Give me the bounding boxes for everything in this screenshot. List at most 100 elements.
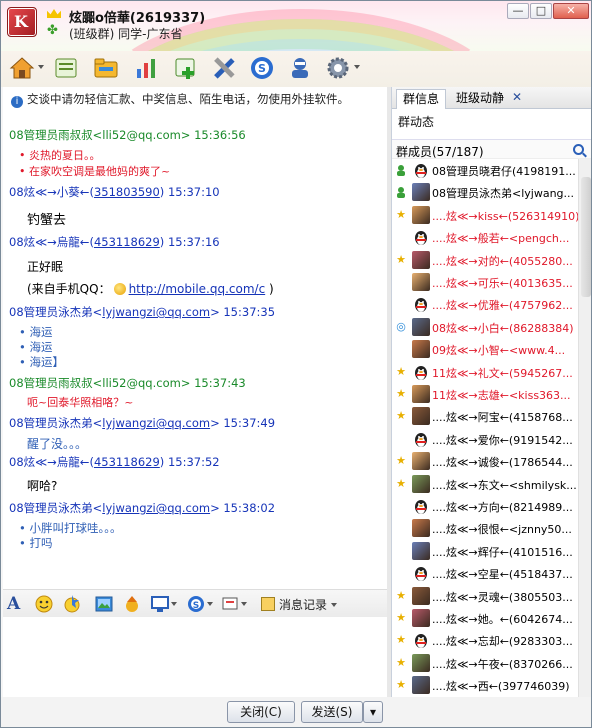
group-dynamic-label[interactable]: 群动态 [398,113,434,130]
format-toolbar: A S 消息记录 [3,589,387,617]
member-avatar [412,183,430,202]
star-icon: ★ [396,207,406,221]
send-options-button[interactable]: ▾ [363,701,383,723]
blank-role-slot [395,231,407,243]
safety-notice: i 交谈中请勿轻信汇款、中奖信息、陌生电话，勿使用外挂软件。 [11,91,349,108]
sender-link[interactable]: 453118629 [94,235,160,249]
member-avatar [412,452,430,471]
star-icon: ★ [396,611,406,624]
member-row[interactable]: ....炫≪→优雅←(4757962... [392,293,578,315]
member-row[interactable]: 08管理员晓君仔(4198191... [392,159,578,181]
send-file-icon[interactable] [123,595,141,613]
tools-icon[interactable] [211,55,237,81]
member-row[interactable]: ★ 11炫≪→志雄←<kiss363... [392,383,578,405]
member-name: ....炫≪→对的←(4055280... [432,254,573,268]
folder-icon[interactable] [93,55,119,81]
member-row[interactable]: ★ ....炫≪→对的←(4055280... [392,249,578,271]
group-avatar[interactable]: K [7,7,37,37]
member-avatar [412,273,430,291]
message-line: • 小胖叫打球哇。。。 [19,521,122,535]
add-app-icon[interactable] [173,55,199,81]
send-button[interactable]: 发送(S) [301,701,363,723]
dropdown-arrow-icon[interactable] [207,602,213,606]
member-row[interactable]: 09炫≪→小智←<www.4... [392,338,578,360]
member-list[interactable]: 08管理员晓君仔(4198191... 08管理员泳杰弟<lyjwang... ★.… [392,159,578,697]
member-row[interactable]: ★ ....炫≪→午夜←(8370266... [392,652,578,674]
sender-link[interactable]: lyjwangzi@qq.com [102,501,210,515]
star-icon: ★ [396,387,406,400]
chat-history-panel[interactable]: i 交谈中请勿轻信汇款、中奖信息、陌生电话，勿使用外挂软件。 08管理员雨叔叔<l… [3,87,387,614]
blank-role-slot [395,343,407,355]
screenshot-icon[interactable] [95,595,113,613]
member-avatar [412,161,430,179]
member-row[interactable]: ....炫≪→般若←<pengch... [392,226,578,248]
qq-sync-icon[interactable]: S [249,55,275,81]
member-row[interactable]: ....炫≪→爱你←(9191542... [392,428,578,450]
font-icon[interactable]: A [7,595,25,613]
screen-capture-icon[interactable] [151,595,177,613]
message-line: • 海运】 [19,355,64,369]
group-name: 炫嚻o倍華(2619337) [69,11,206,26]
member-row[interactable]: ....炫≪→可乐←(4013635... [392,271,578,293]
sender-link[interactable]: 351803590 [94,185,160,199]
settings-icon[interactable] [325,55,360,81]
member-name: ....炫≪→爱你←(9191542... [432,433,573,447]
member-row[interactable]: ....炫≪→方向←(8214989... [392,495,578,517]
title-bar[interactable]: K ✤ 炫嚻o倍華(2619337) (班级群) 同学-广东省 — □ ✕ [1,1,591,51]
sender-link[interactable]: lyjwangzi@qq.com [102,305,210,319]
member-name: ....炫≪→阿宝←(4158768... [432,411,573,425]
message-history-button[interactable]: 消息记录 [261,596,338,613]
member-row[interactable]: ....炫≪→辉仔←(4101516... [392,540,578,562]
message-line: 醒了没。。。 [27,437,88,451]
sender-link[interactable]: lyjwangzi@qq.com [102,416,210,430]
maximize-button[interactable]: □ [530,3,552,19]
notice-board-icon[interactable] [53,55,79,81]
magic-emoji-icon[interactable] [63,595,81,613]
chart-icon[interactable] [133,55,159,81]
svg-text:S: S [258,62,266,75]
member-row[interactable]: 08管理员泳杰弟<lyjwang... [392,181,578,203]
home-icon[interactable] [9,55,44,81]
mobile-link[interactable]: http://mobile.qq.com/c [129,282,266,296]
member-row[interactable]: ★ ....炫≪→阿宝←(4158768... [392,405,578,427]
member-row[interactable]: ★ ....炫≪→西←(397746039) [392,674,578,696]
member-row[interactable]: ★ ....炫≪→诚俊←(1786544... [392,450,578,472]
emoji-icon[interactable] [35,595,53,613]
member-row[interactable]: ....炫≪→很恨←<jznny50... [392,517,578,539]
member-row[interactable]: ★ ....炫≪→她。←(6042674... [392,607,578,629]
member-row[interactable]: ◎ 08炫≪→小白←(86288384) [392,316,578,338]
member-name: ....炫≪→空星←(4518437... [432,568,573,582]
member-row[interactable]: ★ ....炫≪→忘却←(9283303... [392,629,578,651]
tab-group-info[interactable]: 群信息 [396,89,447,109]
scrollbar-thumb[interactable] [581,177,591,297]
close-tab-icon[interactable]: ✕ [512,90,522,104]
star-icon: ★ [396,454,406,468]
member-row[interactable]: ★ ....炫≪→东文←<shmilysk... [392,473,578,495]
member-row[interactable]: ★ ....炫≪→kiss←(526314910) [392,204,578,226]
members-count: 群成员(57/187) [396,145,484,159]
tab-class-news[interactable]: 班级动静 [450,89,510,109]
close-chat-button[interactable]: 关闭(C) [227,701,295,723]
dropdown-arrow-icon[interactable] [171,602,177,606]
close-window-button[interactable]: ✕ [553,3,589,19]
user-card-icon[interactable] [287,55,313,81]
qq-show-icon[interactable]: S [187,595,213,613]
crown-icon [47,9,61,18]
member-avatar [412,631,430,650]
member-row[interactable]: ★ ....炫≪→灵魂←(3805503... [392,585,578,607]
qq-group-chat-window: K ✤ 炫嚻o倍華(2619337) (班级群) 同学-广东省 — □ ✕ S [0,0,592,728]
sender-link[interactable]: 453118629 [94,455,160,469]
search-icon[interactable] [573,144,584,155]
member-list-scrollbar[interactable] [578,159,591,697]
member-avatar [412,609,430,627]
member-row[interactable]: ....炫≪→空星←(4518437... [392,562,578,584]
member-name: ....炫≪→很恨←<jznny50... [432,523,572,537]
tab-bar: 群信息 班级动静 ✕ [392,87,591,109]
dropdown-arrow-icon[interactable] [331,603,338,607]
dropdown-arrow-icon[interactable] [241,602,247,606]
member-row[interactable]: ★ 11炫≪→礼文←(5945267... [392,361,578,383]
minimize-button[interactable]: — [507,3,529,19]
message-input[interactable] [3,617,387,697]
shake-window-icon[interactable] [221,595,247,613]
member-avatar [412,519,430,538]
